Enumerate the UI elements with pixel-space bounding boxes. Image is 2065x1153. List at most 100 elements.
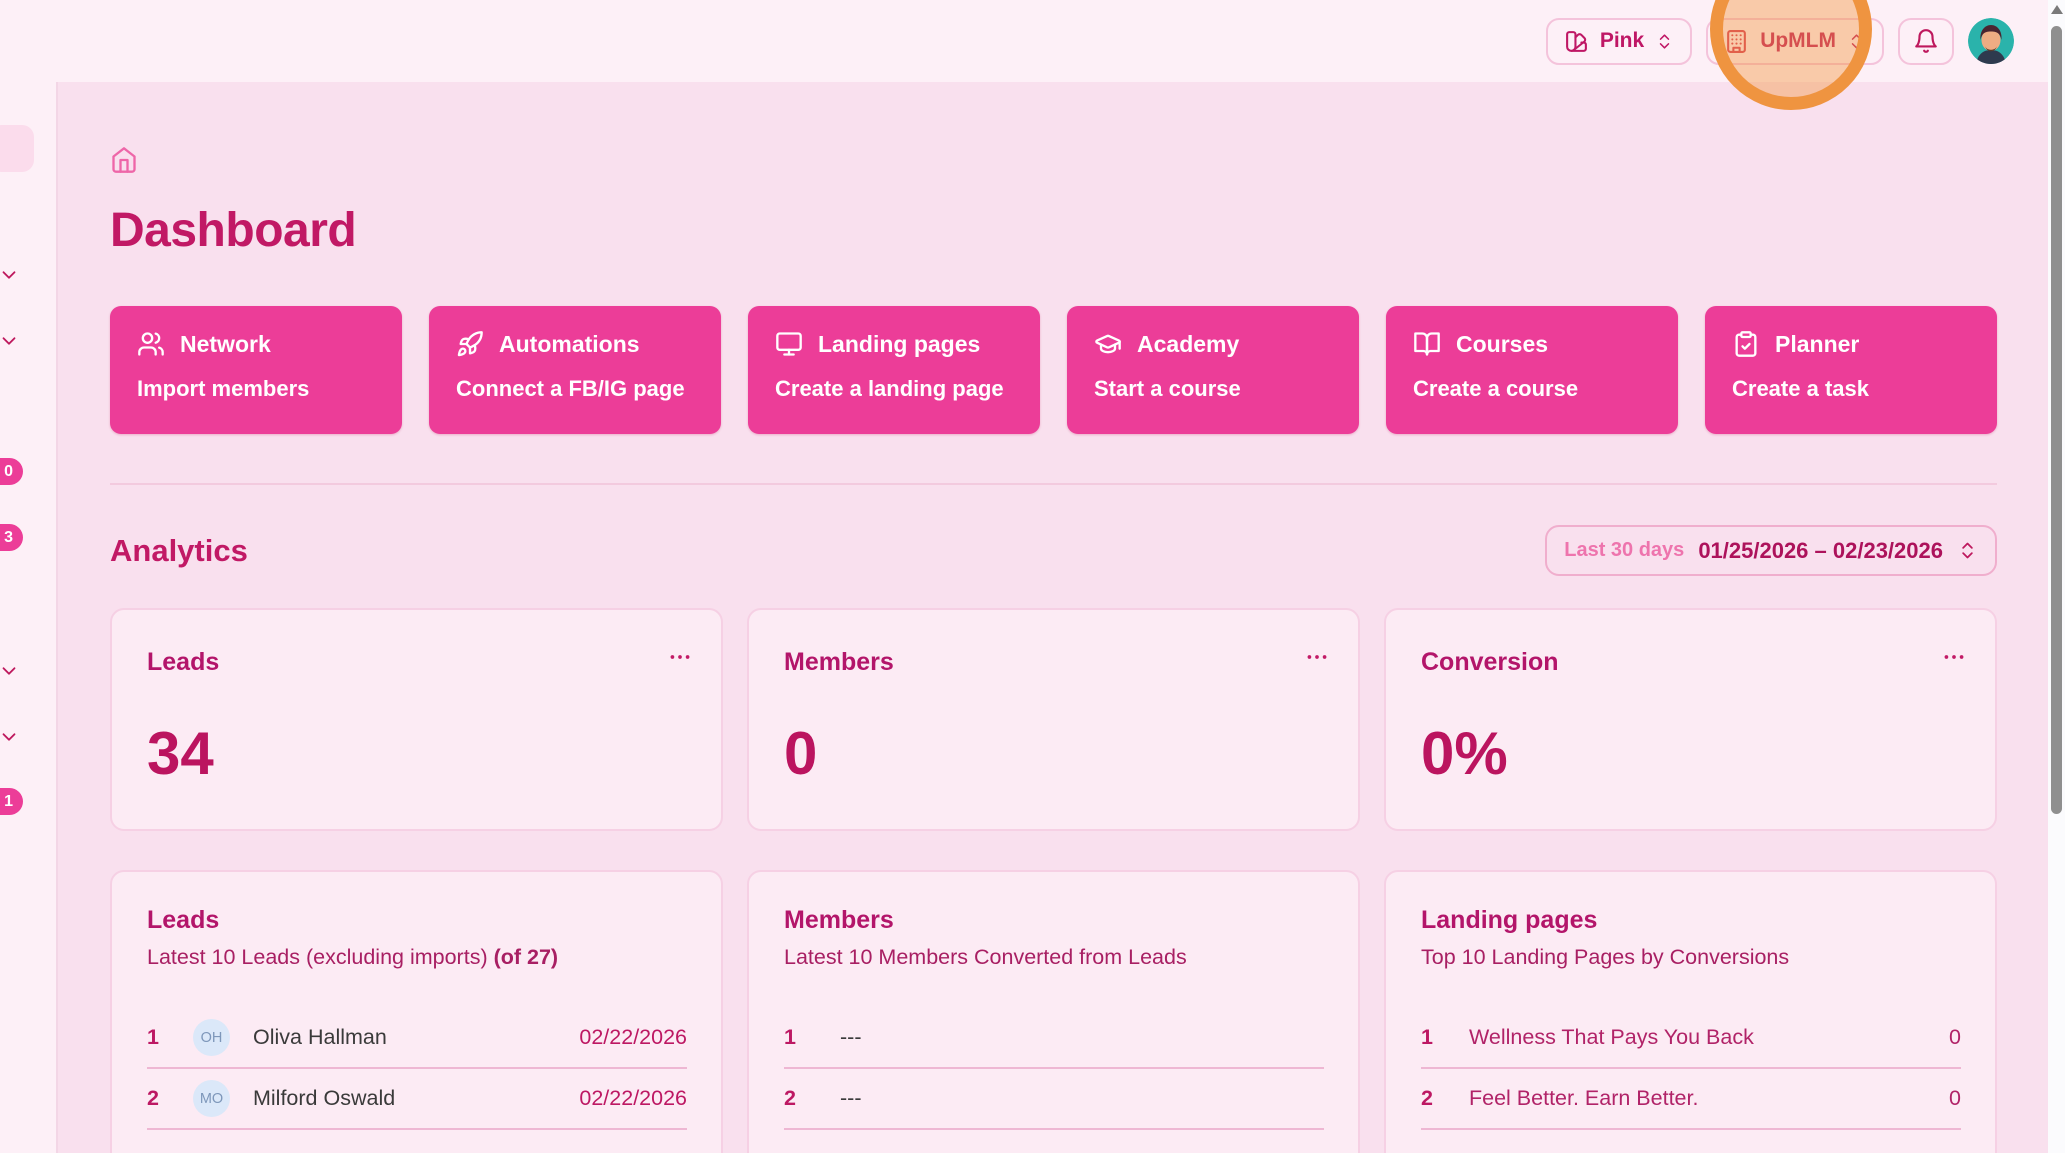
quick-action-title: Courses <box>1456 331 1548 358</box>
ellipsis-menu-icon[interactable] <box>1304 644 1330 670</box>
row-rank: 1 <box>784 1025 806 1050</box>
stats-row: Leads 34 Members 0 Conversion 0% <box>110 608 1997 831</box>
chevrons-up-down-icon <box>1957 540 1978 561</box>
graduation-cap-icon <box>1094 330 1122 358</box>
row-rank: 1 <box>1421 1025 1443 1050</box>
network-quick-action[interactable]: Network Import members <box>110 306 402 434</box>
palette-swatch-icon <box>1564 29 1589 54</box>
landing-pages-quick-action[interactable]: Landing pages Create a landing page <box>748 306 1040 434</box>
list-title: Landing pages <box>1421 906 1961 935</box>
row-rank: 2 <box>1421 1086 1443 1111</box>
bell-icon <box>1913 28 1939 54</box>
date-range-value: 01/25/2026 – 02/23/2026 <box>1698 538 1943 564</box>
landing-page-conversions: 0 <box>1949 1086 1961 1111</box>
quick-action-subtitle: Create a task <box>1732 376 1997 402</box>
landing-page-conversions: 0 <box>1949 1025 1961 1050</box>
users-icon <box>137 330 165 358</box>
chevron-down-icon[interactable] <box>0 660 20 682</box>
conversion-stat-card: Conversion 0% <box>1384 608 1997 831</box>
leads-stat-card: Leads 34 <box>110 608 723 831</box>
lead-date: 02/22/2026 <box>579 1025 687 1050</box>
stat-label: Members <box>784 648 1324 677</box>
sidebar-badge: 1 <box>0 788 23 815</box>
landing-page-row[interactable]: 1 Wellness That Pays You Back 0 <box>1421 1008 1961 1069</box>
lead-name: Milford Oswald <box>253 1086 395 1111</box>
row-rank: 2 <box>784 1086 806 1111</box>
building-icon <box>1724 29 1749 54</box>
stat-value: 0 <box>784 719 1324 788</box>
member-row[interactable]: 1 --- <box>784 1008 1324 1069</box>
members-stat-card: Members 0 <box>747 608 1360 831</box>
sidebar-badge: 0 <box>0 458 23 485</box>
home-icon[interactable] <box>110 146 138 174</box>
clipboard-check-icon <box>1732 330 1760 358</box>
quick-action-title: Landing pages <box>818 331 980 358</box>
lead-row[interactable]: 1 OH Oliva Hallman 02/22/2026 <box>147 1008 687 1069</box>
academy-quick-action[interactable]: Academy Start a course <box>1067 306 1359 434</box>
members-list-card: Members Latest 10 Members Converted from… <box>747 870 1360 1153</box>
list-subtitle: Latest 10 Leads (excluding imports) (of … <box>147 945 687 970</box>
workspace-selector[interactable]: UpMLM <box>1706 18 1884 65</box>
scrollbar-up-arrow[interactable] <box>2051 5 2063 14</box>
chevron-down-icon[interactable] <box>0 264 20 286</box>
quick-actions: Network Import members Automations Conne… <box>110 306 1997 434</box>
theme-selector[interactable]: Pink <box>1546 18 1692 65</box>
chevrons-up-down-icon <box>1847 32 1866 51</box>
book-open-icon <box>1413 330 1441 358</box>
stat-value: 0% <box>1421 719 1961 788</box>
chevron-down-icon[interactable] <box>0 330 20 352</box>
vertical-scrollbar <box>2048 0 2065 1153</box>
lead-row[interactable]: 2 MO Milford Oswald 02/22/2026 <box>147 1069 687 1130</box>
sidebar-badge: 3 <box>0 524 23 551</box>
lead-name: Oliva Hallman <box>253 1025 387 1050</box>
page-title: Dashboard <box>110 203 1997 258</box>
top-bar: Pink UpMLM <box>0 0 2048 82</box>
section-divider <box>110 483 1997 485</box>
member-row[interactable]: 2 --- <box>784 1069 1324 1130</box>
quick-action-subtitle: Create a course <box>1413 376 1678 402</box>
member-name: --- <box>840 1025 861 1050</box>
monitor-icon <box>775 330 803 358</box>
member-name: --- <box>840 1086 861 1111</box>
theme-selector-label: Pink <box>1600 29 1644 53</box>
quick-action-title: Network <box>180 331 271 358</box>
lead-initials-avatar: MO <box>193 1080 230 1117</box>
planner-quick-action[interactable]: Planner Create a task <box>1705 306 1997 434</box>
quick-action-subtitle: Connect a FB/IG page <box>456 376 721 402</box>
stat-label: Conversion <box>1421 648 1961 677</box>
main-content: Dashboard Network Import members Automat… <box>58 82 2048 1153</box>
rocket-icon <box>456 330 484 358</box>
automations-quick-action[interactable]: Automations Connect a FB/IG page <box>429 306 721 434</box>
row-rank: 1 <box>147 1025 169 1050</box>
courses-quick-action[interactable]: Courses Create a course <box>1386 306 1678 434</box>
chevron-down-icon[interactable] <box>0 726 20 748</box>
list-title: Members <box>784 906 1324 935</box>
list-subtitle: Latest 10 Members Converted from Leads <box>784 945 1324 970</box>
stat-value: 34 <box>147 719 687 788</box>
user-avatar[interactable] <box>1968 18 2014 64</box>
landing-page-name: Feel Better. Earn Better. <box>1469 1086 1698 1111</box>
avatar-image <box>1968 18 2014 64</box>
list-subtitle-count: (of 27) <box>494 945 559 969</box>
sidebar: 0 3 1 <box>0 82 58 1153</box>
stat-label: Leads <box>147 648 687 677</box>
quick-action-subtitle: Import members <box>137 376 402 402</box>
row-rank: 2 <box>147 1086 169 1111</box>
notifications-button[interactable] <box>1898 18 1954 65</box>
ellipsis-menu-icon[interactable] <box>667 644 693 670</box>
ellipsis-menu-icon[interactable] <box>1941 644 1967 670</box>
landing-page-row[interactable]: 2 Feel Better. Earn Better. 0 <box>1421 1069 1961 1130</box>
sidebar-item-active[interactable] <box>0 125 34 172</box>
workspace-selector-label: UpMLM <box>1760 29 1836 53</box>
quick-action-title: Automations <box>499 331 640 358</box>
scrollbar-thumb[interactable] <box>2051 26 2062 814</box>
landing-page-name: Wellness That Pays You Back <box>1469 1025 1754 1050</box>
lead-date: 02/22/2026 <box>579 1086 687 1111</box>
chevrons-up-down-icon <box>1655 32 1674 51</box>
list-subtitle: Top 10 Landing Pages by Conversions <box>1421 945 1961 970</box>
lead-initials-avatar: OH <box>193 1019 230 1056</box>
analytics-title: Analytics <box>110 533 248 569</box>
date-preset-label: Last 30 days <box>1564 539 1684 562</box>
lists-row: Leads Latest 10 Leads (excluding imports… <box>110 870 1997 1153</box>
date-range-filter[interactable]: Last 30 days 01/25/2026 – 02/23/2026 <box>1545 525 1997 576</box>
